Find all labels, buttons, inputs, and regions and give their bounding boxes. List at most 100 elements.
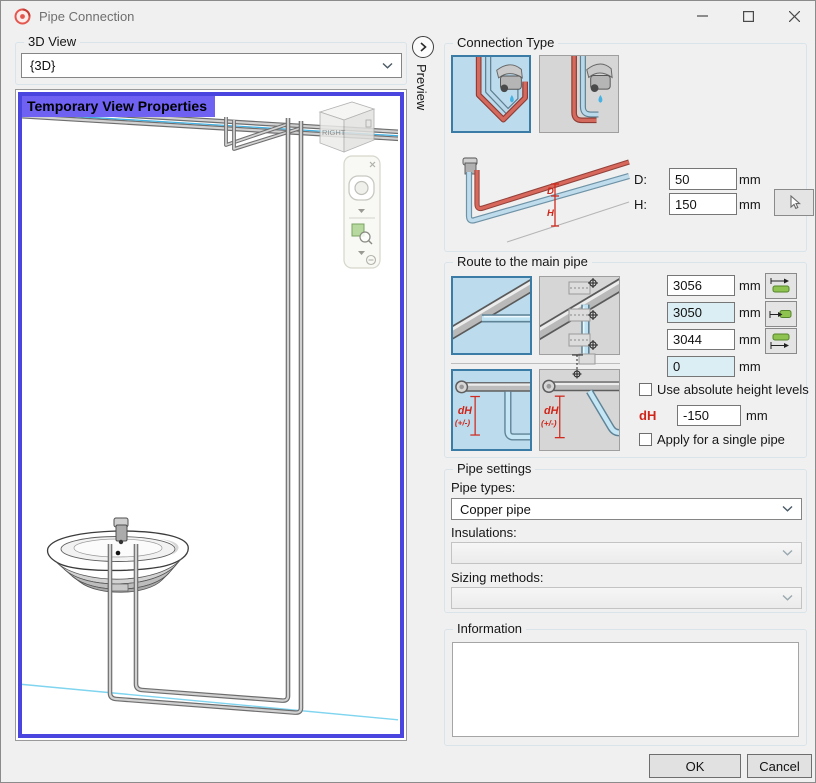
- offset-bottom-icon: [568, 331, 599, 351]
- h-label: H:: [634, 197, 647, 212]
- viewport-frame: RIGHT: [15, 89, 407, 741]
- vertical-offset-input[interactable]: [667, 356, 735, 377]
- group-connection-type-label: Connection Type: [453, 35, 558, 50]
- connection-type-straight-thumb[interactable]: [539, 55, 619, 133]
- thumb-dh-label-2: dH: [544, 405, 560, 417]
- window-title: Pipe Connection: [39, 9, 134, 24]
- pipe-types-label: Pipe types:: [451, 480, 515, 495]
- cancel-button[interactable]: Cancel: [747, 754, 812, 778]
- h-input[interactable]: [669, 193, 737, 215]
- temporary-view-properties-label: Temporary View Properties: [22, 96, 215, 117]
- connection-type-loop-image: [453, 57, 529, 131]
- titlebar: Pipe Connection: [1, 1, 815, 33]
- connection-dimensions-diagram: D H: [451, 150, 633, 247]
- diagram-h-label: H: [547, 208, 555, 219]
- close-icon: [789, 11, 800, 22]
- use-absolute-height-label[interactable]: Use absolute height levels: [657, 382, 809, 397]
- cursor-icon: [787, 195, 801, 210]
- h-unit: mm: [739, 197, 761, 212]
- steering-wheel-icon[interactable]: [349, 176, 374, 200]
- connection-type-loop-thumb[interactable]: [451, 55, 531, 133]
- diagram-d-label: D: [547, 186, 554, 197]
- offset-bottom-unit: mm: [739, 332, 761, 347]
- viewcube[interactable]: RIGHT: [320, 102, 374, 152]
- sizing-methods-select[interactable]: [451, 587, 802, 609]
- group-3d-view-label: 3D View: [24, 34, 80, 49]
- route-drop-diagonal-image: dH (+/-): [540, 370, 619, 450]
- align-center-icon: [769, 305, 793, 323]
- dh-unit: mm: [746, 408, 768, 423]
- offset-bottom-input[interactable]: [667, 329, 735, 350]
- d-label: D:: [634, 172, 647, 187]
- chevron-down-icon: [782, 506, 793, 513]
- pipe-types-select[interactable]: Copper pipe: [451, 498, 802, 520]
- align-top-icon: [769, 277, 793, 295]
- route-branch-horizontal-image: [453, 278, 530, 353]
- vertical-offset-unit: mm: [739, 359, 761, 374]
- viewcube-label: RIGHT: [322, 128, 346, 137]
- group-connection-type: Connection Type: [444, 43, 807, 252]
- offset-center-input[interactable]: [667, 302, 735, 323]
- align-center-button[interactable]: [765, 301, 797, 327]
- pipes-3d: [22, 109, 398, 713]
- minimize-icon: [697, 15, 708, 17]
- d-input[interactable]: [669, 168, 737, 190]
- information-textarea[interactable]: [452, 642, 799, 737]
- view-select[interactable]: {3D}: [21, 53, 402, 78]
- apply-single-pipe-checkbox[interactable]: [639, 433, 652, 446]
- chevron-right-icon: [419, 42, 427, 52]
- maximize-button[interactable]: [726, 2, 770, 30]
- viewport-3d-scene: RIGHT: [22, 96, 398, 732]
- group-information-label: Information: [453, 621, 526, 636]
- close-button[interactable]: [772, 2, 816, 30]
- insulations-label: Insulations:: [451, 525, 517, 540]
- ok-button[interactable]: OK: [649, 754, 741, 778]
- navigation-bar[interactable]: [344, 156, 380, 268]
- route-drop-vertical-image: dH (+/-): [453, 371, 530, 449]
- chevron-down-icon: [782, 550, 793, 557]
- group-route: Route to the main pipe: [444, 262, 807, 458]
- group-pipe-settings-label: Pipe settings: [453, 461, 535, 476]
- thumb-dh-label: dH: [458, 405, 472, 417]
- group-pipe-settings: Pipe settings Pipe types: Copper pipe In…: [444, 469, 807, 613]
- group-route-label: Route to the main pipe: [453, 254, 592, 269]
- chevron-down-icon: [382, 62, 393, 69]
- vertical-offset-icon: [570, 353, 598, 380]
- group-information: Information: [444, 629, 807, 746]
- align-bottom-icon: [769, 332, 793, 350]
- route-branch-horizontal-thumb[interactable]: [451, 276, 532, 355]
- sink-drain: [116, 551, 121, 556]
- sink-faucet: [114, 518, 128, 544]
- dh-label: dH: [639, 408, 656, 423]
- dh-input[interactable]: [677, 405, 741, 426]
- group-3d-view: 3D View {3D}: [15, 42, 407, 85]
- align-bottom-button[interactable]: [765, 328, 797, 354]
- use-absolute-height-checkbox[interactable]: [639, 383, 652, 396]
- thumb-dh-sign-2: (+/-): [541, 418, 557, 428]
- align-top-button[interactable]: [765, 273, 797, 299]
- route-drop-diagonal-thumb[interactable]: dH (+/-): [539, 369, 620, 451]
- minimize-button[interactable]: [680, 2, 724, 30]
- route-drop-vertical-thumb[interactable]: dH (+/-): [451, 369, 532, 451]
- connection-type-straight-image: [540, 56, 618, 132]
- pipe-connection-dialog: Pipe Connection 3D View {3D}: [0, 0, 816, 783]
- thumb-dh-sign: (+/-): [455, 418, 470, 427]
- preview-tab-label[interactable]: Preview: [414, 64, 429, 154]
- apply-single-pipe-label[interactable]: Apply for a single pipe: [657, 432, 785, 447]
- offset-center-unit: mm: [739, 305, 761, 320]
- app-icon: [14, 8, 31, 25]
- preview-expand-button[interactable]: [412, 36, 434, 58]
- pick-point-button[interactable]: [774, 189, 814, 216]
- offset-center-icon: [568, 304, 599, 324]
- maximize-icon: [743, 11, 754, 22]
- insulations-select[interactable]: [451, 542, 802, 564]
- level-line: [22, 684, 398, 720]
- sizing-methods-label: Sizing methods:: [451, 570, 544, 585]
- pipe-types-value: Copper pipe: [460, 502, 531, 517]
- offset-top-input[interactable]: [667, 275, 735, 296]
- viewport-3d[interactable]: RIGHT: [22, 96, 400, 734]
- offset-top-icon: [568, 277, 599, 297]
- offset-top-unit: mm: [739, 278, 761, 293]
- chevron-down-icon: [782, 595, 793, 602]
- viewport-selection-border: RIGHT: [18, 92, 404, 738]
